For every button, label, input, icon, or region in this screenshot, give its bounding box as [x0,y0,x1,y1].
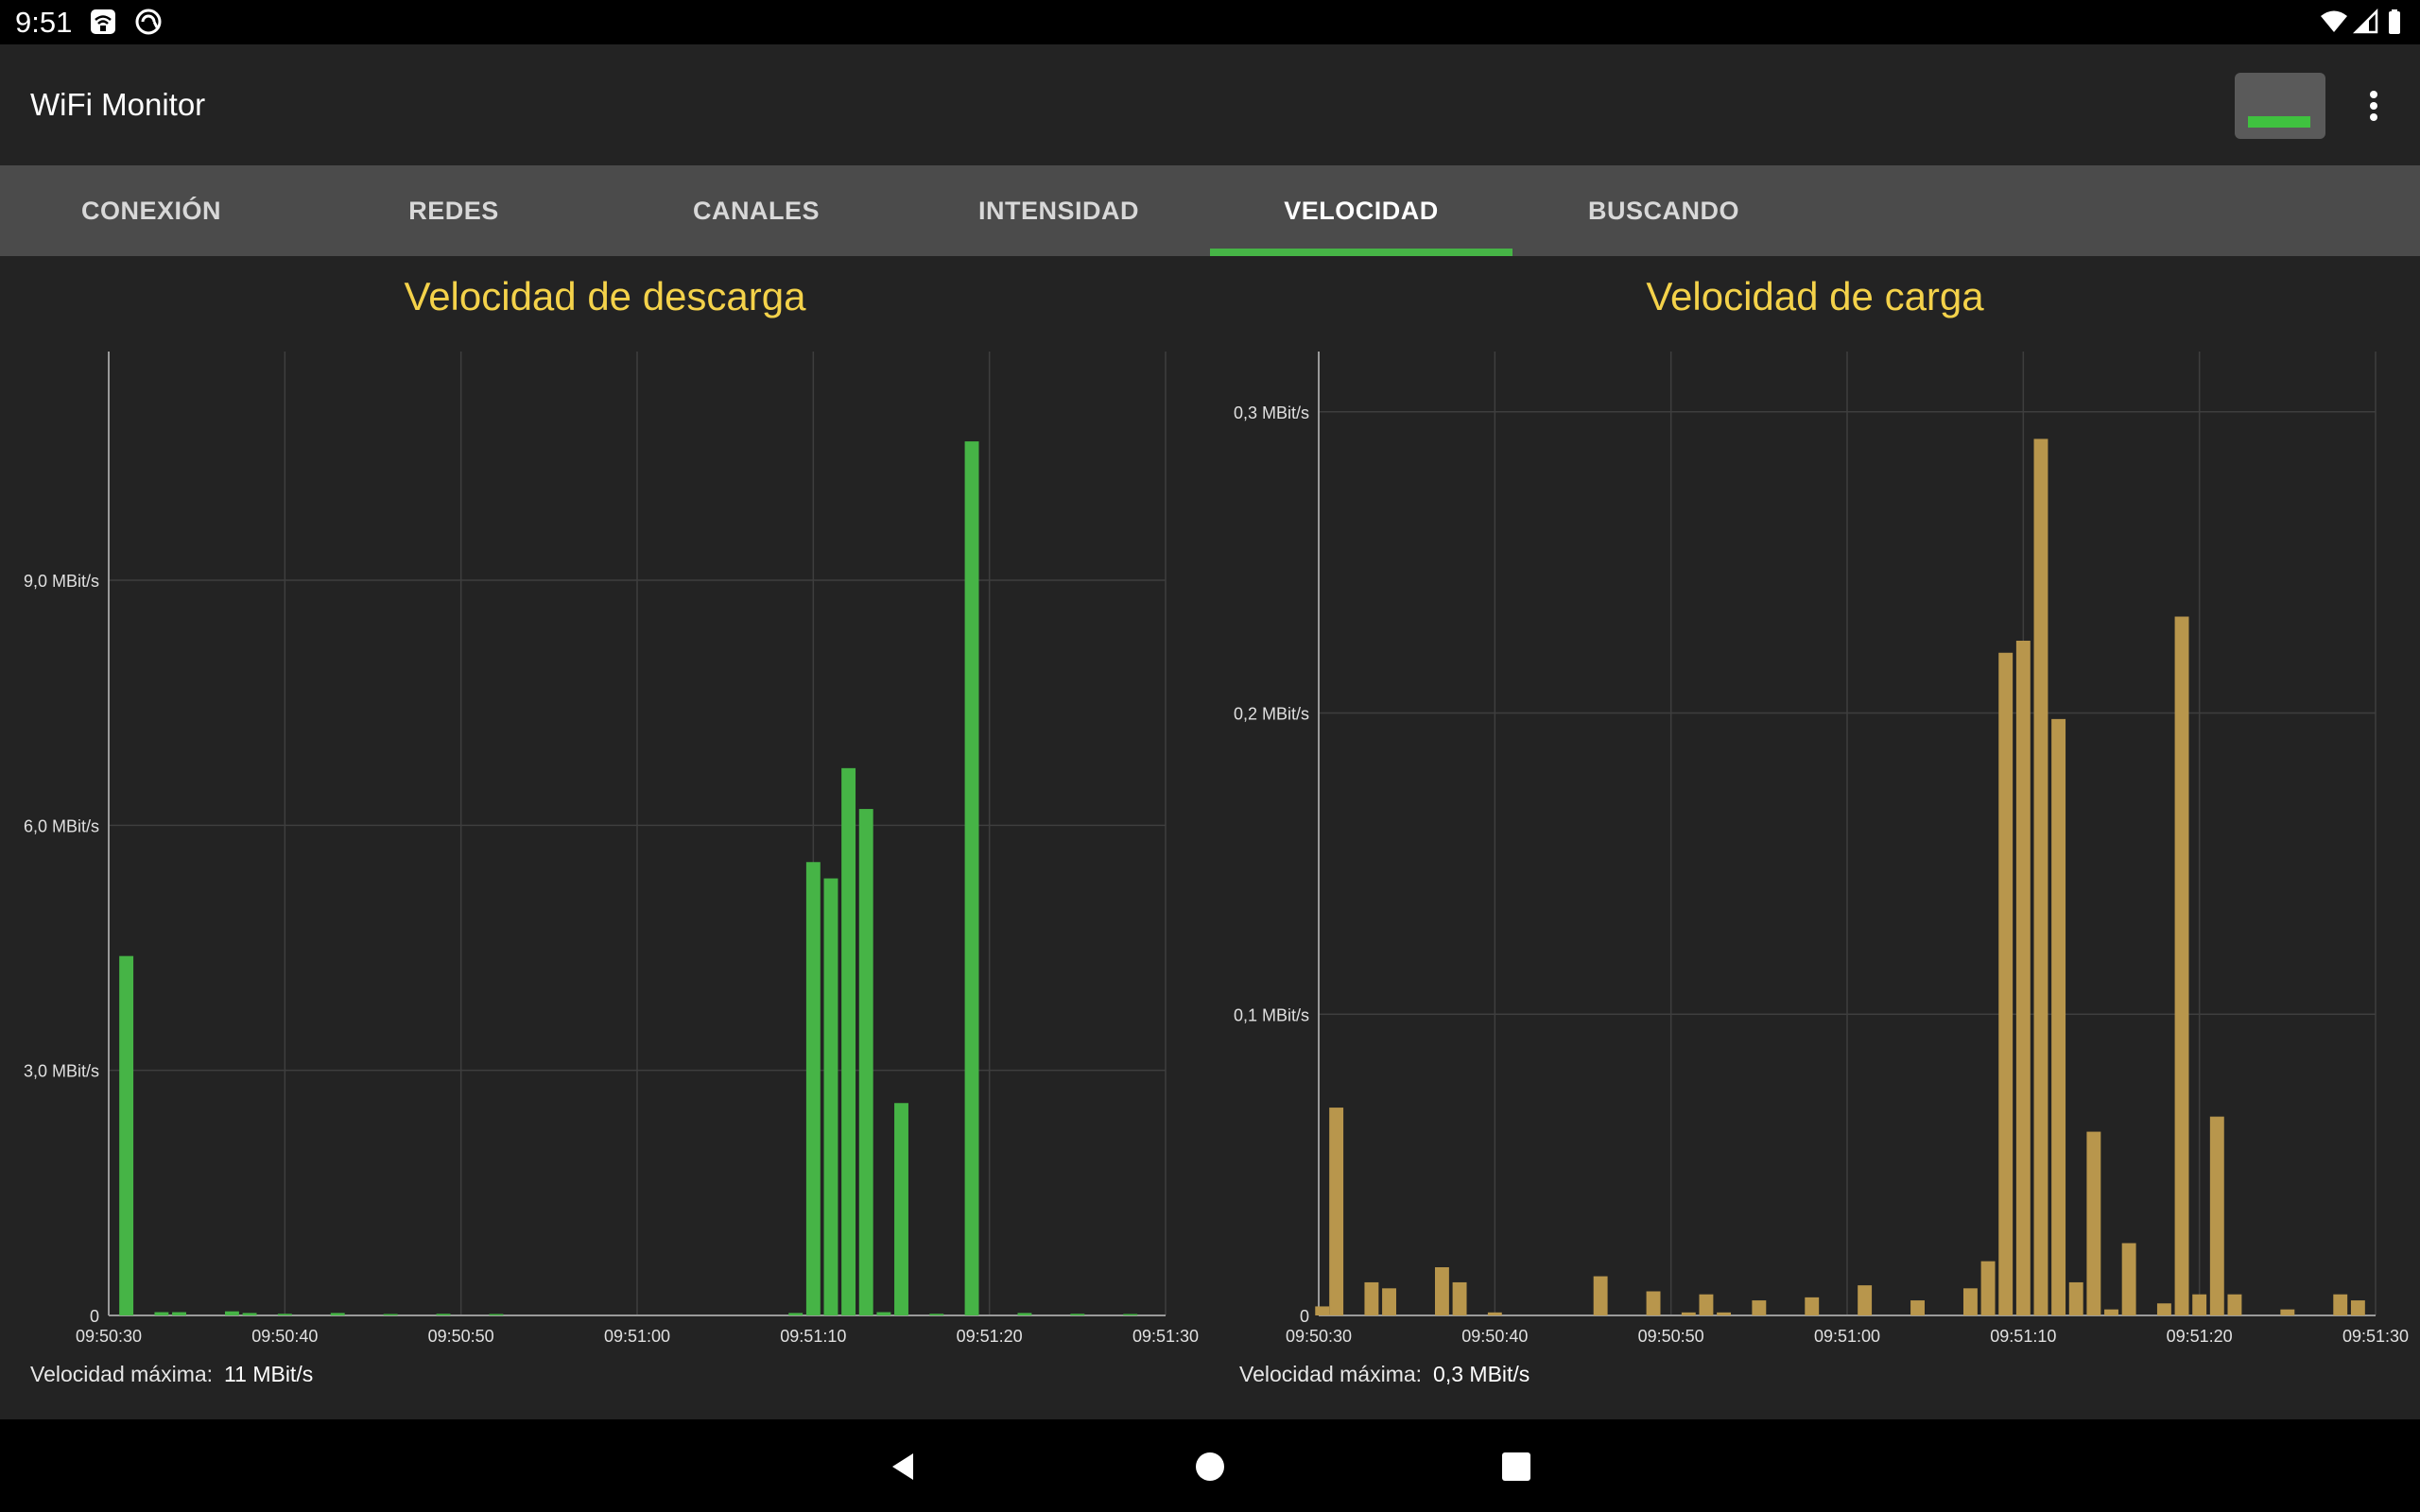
upload-bar [2068,1281,2083,1315]
upload-bar [2174,616,2189,1315]
download-bar [436,1314,451,1315]
upload-bar [2227,1294,2242,1315]
upload-ytick-label: 0,3 MBit/s [1234,404,1309,422]
upload-bar [1910,1300,1925,1315]
upload-bar [1998,652,2014,1315]
upload-speed-chart: 0 0,1 MBit/s 0,2 MBit/s 0,3 MBit/s 09:50:30 0… [1234,352,2409,1346]
download-bar [383,1314,398,1315]
upload-xtick-label: 09:50:30 [1286,1327,1352,1346]
upload-bar [2280,1309,2295,1315]
download-max-label: Velocidad máxima: [30,1362,214,1386]
upload-bar [1434,1267,1449,1315]
upload-bar [1382,1288,1396,1315]
download-max-value: 11 MBit/s [224,1362,314,1386]
download-speed-chart: 0 3,0 MBit/s 6,0 MBit/s 9,0 MBit/s 09:50:30 0… [24,352,1199,1346]
upload-bar [2033,438,2048,1315]
upload-bar [2086,1131,2101,1315]
download-bar [1123,1314,1138,1315]
upload-max-value: 0,3 MBit/s [1433,1362,1530,1386]
download-bar [805,862,821,1315]
download-bar [489,1314,504,1315]
upload-bar [1980,1261,1996,1315]
upload-bar [2156,1303,2171,1315]
upload-bar [1315,1306,1330,1315]
download-bar [1070,1314,1085,1315]
upload-bar [2051,718,2066,1315]
download-ytick-label: 9,0 MBit/s [24,572,99,591]
upload-bar [1593,1276,1608,1315]
download-xtick-label: 09:50:40 [251,1327,318,1346]
upload-ytick-label: 0,2 MBit/s [1234,705,1309,724]
recents-icon[interactable] [1495,1446,1537,1487]
upload-bar [1364,1281,1379,1315]
download-max-speed: Velocidad máxima: 11 MBit/s [30,1362,313,1387]
download-bar [876,1312,891,1315]
upload-bar [2192,1294,2207,1315]
download-bar [964,441,979,1316]
upload-xtick-label: 09:51:30 [2342,1327,2409,1346]
upload-max-label: Velocidad máxima: [1239,1362,1423,1386]
upload-bar [2104,1309,2118,1315]
download-bar [242,1313,257,1315]
upload-bar [1805,1297,1820,1315]
upload-bar [1646,1291,1661,1315]
upload-bar [1452,1281,1467,1315]
download-xtick-label: 09:51:20 [957,1327,1023,1346]
download-bar [929,1314,944,1315]
upload-xtick-label: 09:51:20 [2167,1327,2233,1346]
upload-bar [1329,1108,1344,1315]
download-bar [788,1313,804,1315]
upload-bar [1858,1285,1873,1315]
upload-bar [2015,641,2031,1315]
download-bar [330,1313,345,1315]
download-bar [894,1103,908,1315]
download-bar [154,1312,169,1315]
download-bar [119,955,134,1315]
back-icon[interactable] [883,1446,925,1487]
upload-xtick-label: 09:50:50 [1638,1327,1704,1346]
home-icon[interactable] [1189,1446,1231,1487]
download-xtick-label: 09:50:50 [428,1327,494,1346]
download-xtick-label: 09:51:00 [604,1327,670,1346]
upload-xtick-label: 09:51:10 [1990,1327,2056,1346]
upload-bar [1699,1294,1714,1315]
upload-xtick-label: 09:51:00 [1814,1327,1880,1346]
download-ytick-label: 6,0 MBit/s [24,816,99,835]
upload-ytick-label: 0 [1300,1307,1309,1326]
upload-bar [1681,1312,1696,1315]
upload-xtick-label: 09:50:40 [1461,1327,1528,1346]
download-xtick-label: 09:51:10 [780,1327,846,1346]
download-bar [1017,1313,1032,1315]
upload-bar [2209,1116,2224,1315]
upload-bar [2333,1294,2348,1315]
upload-ytick-label: 0,1 MBit/s [1234,1005,1309,1024]
upload-bar [1487,1312,1502,1315]
download-xtick-label: 09:51:30 [1132,1327,1199,1346]
upload-bar [1752,1300,1767,1315]
download-bar [823,878,838,1315]
upload-bar [2350,1300,2365,1315]
download-bar [172,1312,186,1315]
download-xtick-label: 09:50:30 [76,1327,142,1346]
download-bar [841,767,856,1315]
system-nav-bar [0,1419,2420,1512]
upload-bar [1962,1288,1978,1315]
download-ytick-label: 0 [90,1307,99,1326]
download-ytick-label: 3,0 MBit/s [24,1062,99,1081]
upload-bar [2121,1243,2136,1315]
download-bar [224,1311,239,1315]
download-bar [277,1314,292,1315]
upload-bar [1717,1312,1732,1315]
upload-max-speed: Velocidad máxima: 0,3 MBit/s [1239,1362,1530,1387]
download-bar [858,809,873,1315]
